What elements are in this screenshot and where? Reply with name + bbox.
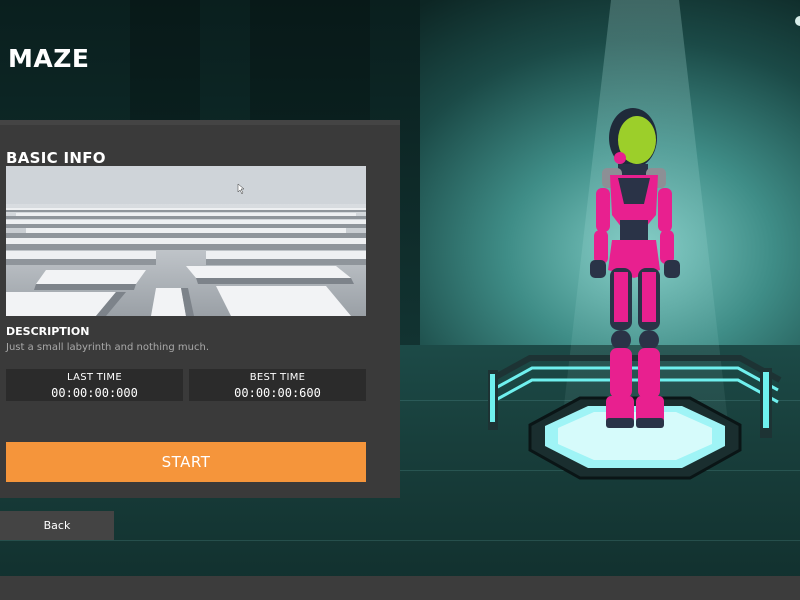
corner-indicator <box>795 16 800 26</box>
floor-line <box>0 540 800 541</box>
panel-heading: BASIC INFO <box>6 149 106 167</box>
best-time-label: BEST TIME <box>249 372 306 383</box>
character-icon <box>590 108 680 428</box>
description-text: Just a small labyrinth and nothing much. <box>6 342 209 353</box>
start-button[interactable]: START <box>6 442 366 482</box>
maze-preview-image <box>6 166 366 316</box>
best-time-box: BEST TIME 00:00:00:600 <box>189 369 366 401</box>
level-title: MAZE <box>8 44 90 73</box>
last-time-box: LAST TIME 00:00:00:000 <box>6 369 183 401</box>
last-time-value: 00:00:00:000 <box>51 386 138 400</box>
last-time-label: LAST TIME <box>67 372 122 383</box>
description-label: DESCRIPTION <box>6 325 90 338</box>
back-button[interactable]: Back <box>0 511 114 540</box>
basic-info-panel: BASIC INFO DESCRIPTION Just a small laby… <box>0 120 400 498</box>
bottom-bar <box>0 576 800 600</box>
best-time-value: 00:00:00:600 <box>234 386 321 400</box>
